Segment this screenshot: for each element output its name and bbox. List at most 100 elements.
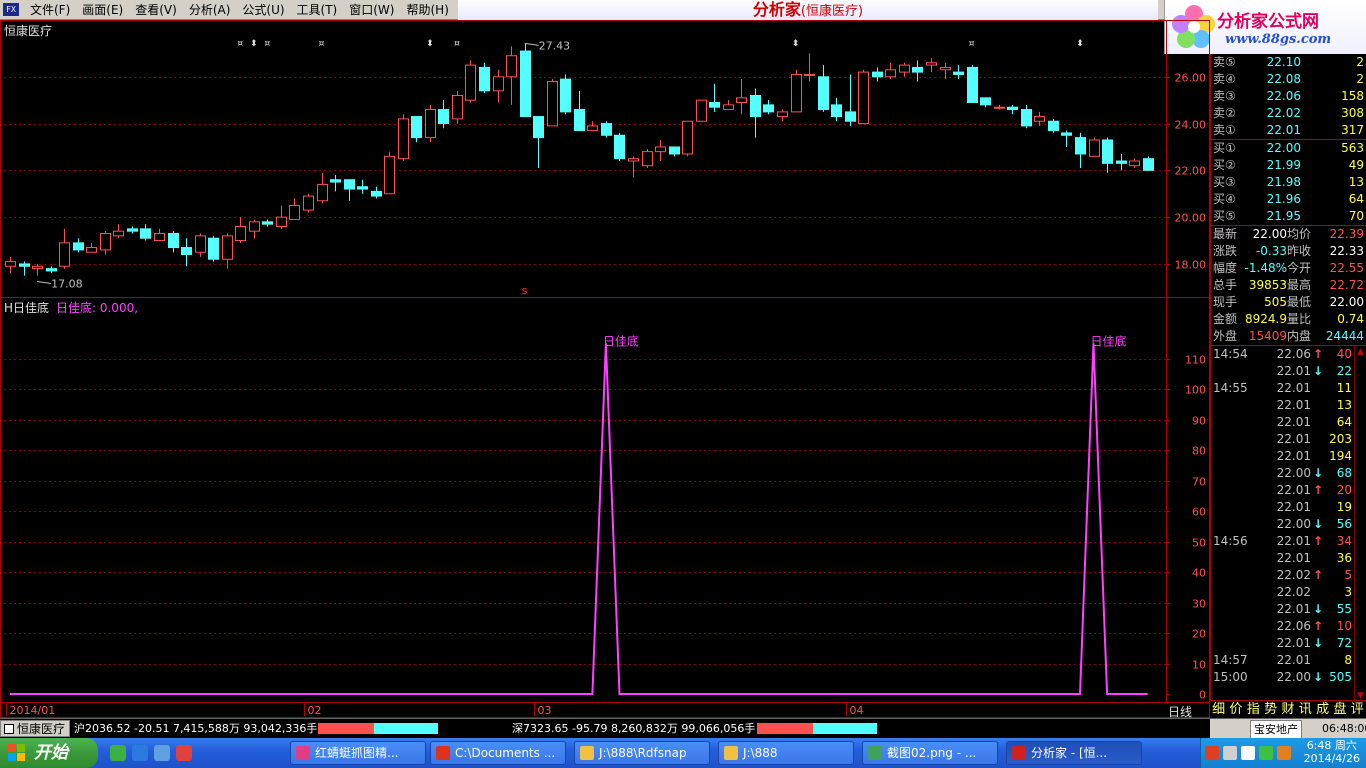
chart-area[interactable]: 18.00 20.00 22.00 24.00 26.00 27.43 17.08 ¤ ⬍ ¤ ¤ ⬍… <box>0 20 1210 718</box>
tick-price: 22.01 <box>1276 398 1311 412</box>
candle-down <box>574 109 585 132</box>
stat-value: 505 <box>1264 295 1287 309</box>
menu-tools[interactable]: 工具(T) <box>291 0 344 20</box>
tray-icon[interactable] <box>1241 746 1255 760</box>
menu-analysis[interactable]: 分析(A) <box>183 0 237 20</box>
candle-up <box>682 120 693 155</box>
ask-volume: 2 <box>1356 72 1364 86</box>
bid-row: 买① 22.00 563 <box>1211 140 1366 157</box>
candle-down <box>1102 139 1113 164</box>
tab-5[interactable]: 讯 <box>1297 701 1314 718</box>
tick-row: 15:00 22.00 ↓ 505 <box>1211 669 1366 686</box>
tab-7[interactable]: 盘 <box>1331 701 1348 718</box>
taskbar-item[interactable]: 分析家 - [恒... <box>1006 741 1142 765</box>
peak-label: 日佳底 <box>603 333 639 348</box>
tick-row: 22.01 13 <box>1211 397 1366 414</box>
bid-volume: 563 <box>1341 141 1364 155</box>
tick-volume: 19 <box>1336 500 1352 514</box>
arrow-up-icon: ↑ <box>1313 534 1324 548</box>
menu-view[interactable]: 查看(V) <box>129 0 183 20</box>
candle-up <box>452 95 463 120</box>
menu-view-screen[interactable]: 画面(E) <box>76 0 129 20</box>
ask-price: 22.02 <box>1266 106 1301 120</box>
tab-3[interactable]: 势 <box>1262 701 1279 718</box>
candle-down <box>533 116 544 139</box>
ie-icon[interactable] <box>132 745 148 761</box>
brand-name: 分析家 <box>752 0 801 19</box>
ask-volume: 308 <box>1341 106 1364 120</box>
signal-marker: ⬍ <box>426 39 434 49</box>
signal-marker: ¤ <box>454 39 460 49</box>
ask-price: 22.08 <box>1266 72 1301 86</box>
clock[interactable]: 6:48 周六 2014/4/26 <box>1304 739 1360 765</box>
stat-value: 22.00 <box>1252 227 1287 241</box>
x-tick-label: 2014/01 <box>10 704 56 717</box>
indicator-line <box>10 343 1148 695</box>
tab-8[interactable]: 评 <box>1349 701 1366 718</box>
stat-value: 22.72 <box>1329 278 1364 292</box>
tick-row: 22.01 ↓ 55 <box>1211 601 1366 618</box>
candle-up <box>249 221 260 232</box>
tick-row: 22.01 19 <box>1211 499 1366 516</box>
candle-up <box>587 125 598 132</box>
tab-1[interactable]: 价 <box>1227 701 1244 718</box>
taskbar-item[interactable]: 红蜻蜓抓图精... <box>290 741 426 765</box>
y-tick-label: 20.00 <box>1175 212 1207 225</box>
arrow-down-icon: ↓ <box>1313 636 1324 650</box>
ask-row: 卖② 22.02 308 <box>1211 105 1366 122</box>
low-label: 17.08 <box>51 277 83 290</box>
current-stock-tab[interactable]: 恒康医疗 <box>0 720 71 737</box>
x-tick-label: 02 <box>308 704 322 717</box>
tray-icon[interactable] <box>1205 746 1219 760</box>
tab-4[interactable]: 财 <box>1279 701 1296 718</box>
quicklaunch-icon[interactable] <box>176 745 192 761</box>
status-time: 06:48:00 <box>1322 722 1366 735</box>
high-pointer <box>524 42 539 46</box>
y-tick-label: 110 <box>1185 354 1206 367</box>
candle-up <box>276 216 287 227</box>
tick-volume: 5 <box>1344 568 1352 582</box>
stat-label: 最低 <box>1287 295 1312 309</box>
tick-scrollbar[interactable]: ▲ ▼ <box>1354 346 1366 702</box>
candle-up <box>628 158 639 162</box>
tray-icon[interactable] <box>1223 746 1237 760</box>
taskbar-item[interactable]: J:\888\Rdfsnap <box>574 741 710 765</box>
tab-2[interactable]: 指 <box>1245 701 1262 718</box>
tick-row: 14:57 22.01 8 <box>1211 652 1366 669</box>
menu-window[interactable]: 窗口(W) <box>343 0 400 20</box>
taskbar-item[interactable]: 截图02.png - ... <box>862 741 998 765</box>
task-app-icon <box>868 746 882 760</box>
stat-row: 总手 39853 最高 22.72 <box>1211 277 1366 294</box>
taskbar-item[interactable]: C:\Documents ... <box>430 741 566 765</box>
stat-value: 22.39 <box>1329 227 1364 241</box>
candle-down <box>357 186 368 190</box>
tray-icon[interactable] <box>1259 746 1273 760</box>
system-tray: 6:48 周六 2014/4/26 <box>1200 738 1366 768</box>
ask-row: 卖③ 22.06 158 <box>1211 88 1366 105</box>
bid-volume: 13 <box>1348 175 1364 189</box>
sz-down-bar <box>813 723 877 734</box>
taskbar-item[interactable]: J:\888 <box>718 741 854 765</box>
candle-down <box>614 134 625 160</box>
tray-icon[interactable] <box>1277 746 1291 760</box>
tick-row: 22.01 203 <box>1211 431 1366 448</box>
candle-up <box>289 204 300 220</box>
menu-help[interactable]: 帮助(H) <box>400 0 454 20</box>
tab-6[interactable]: 成 <box>1314 701 1331 718</box>
tab-0[interactable]: 细 <box>1210 701 1227 718</box>
candle-down <box>763 104 774 113</box>
indicator-title[interactable]: H日佳底 <box>4 299 49 316</box>
watch-stock[interactable]: 宝安地产 <box>1250 720 1302 739</box>
chart-canvas[interactable]: 18.00 20.00 22.00 24.00 26.00 27.43 17.08 ¤ ⬍ ¤ ¤ ⬍… <box>0 20 1210 718</box>
menu-formula[interactable]: 公式(U) <box>236 0 290 20</box>
scroll-up-icon[interactable]: ▲ <box>1355 346 1366 358</box>
quicklaunch-icon[interactable] <box>110 745 126 761</box>
app-icon[interactable]: FX <box>3 3 19 16</box>
start-button[interactable]: 开始 <box>0 738 98 768</box>
menu-file[interactable]: 文件(F) <box>24 0 76 20</box>
candle-down <box>818 76 829 111</box>
bid-volume: 70 <box>1348 209 1364 223</box>
tick-row: 22.00 ↓ 56 <box>1211 516 1366 533</box>
quicklaunch-icon[interactable] <box>154 745 170 761</box>
candle-down <box>831 104 842 118</box>
